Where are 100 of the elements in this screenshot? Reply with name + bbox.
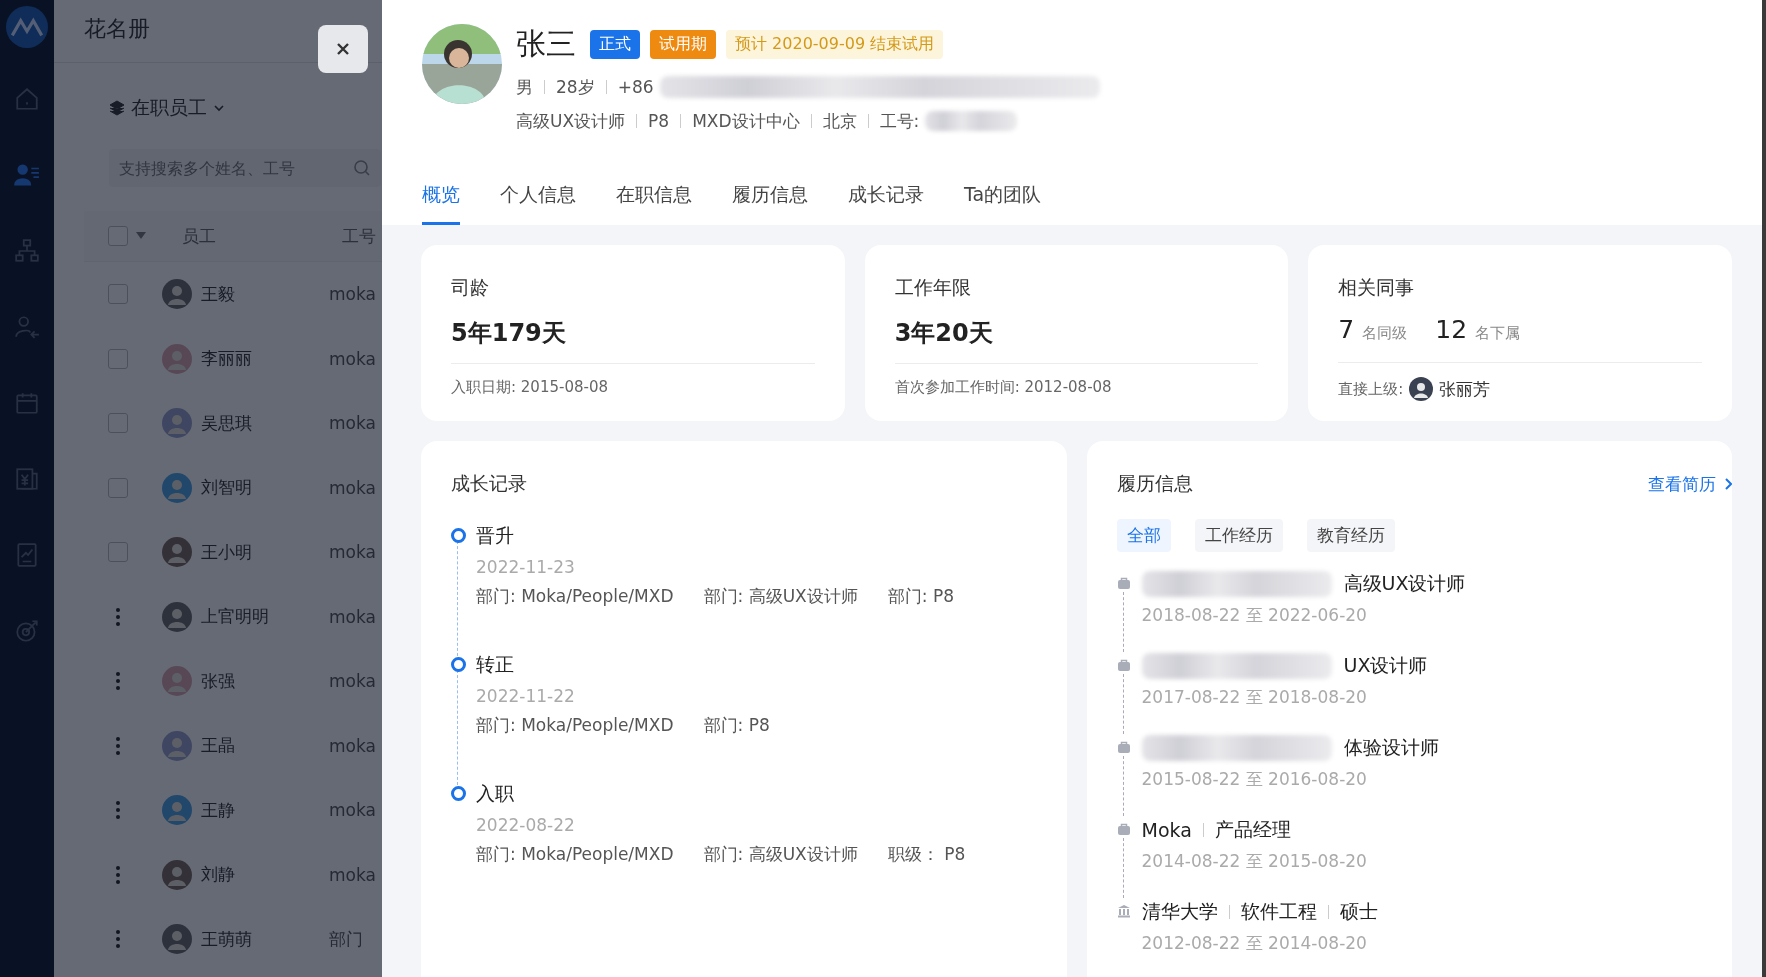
event-detail: 部门: Moka/People/MXD (476, 843, 674, 866)
profile-detail: 男 (516, 75, 533, 99)
card-footer: 首次参加工作时间: 2012-08-08 (894, 378, 1112, 397)
event-detail: 部门: Moka/People/MXD (476, 585, 674, 608)
avatar-icon (162, 408, 192, 439)
card-title: 司龄 (451, 275, 490, 300)
more-icon[interactable] (116, 736, 120, 755)
event-detail: 部门: 高级UX设计师 (703, 843, 858, 866)
count-number: 12 (1435, 315, 1468, 344)
card-title: 工作年限 (894, 275, 972, 300)
table-cell: moka (329, 413, 376, 434)
table-cell: 部门 (329, 927, 363, 951)
employee-name: 王毅 (201, 282, 236, 306)
date-range: 2018-08-22 至 2022-06-20 (1141, 604, 1368, 627)
search-icon (353, 159, 371, 177)
event-title: 入职 (476, 781, 515, 806)
table-cell: moka (329, 477, 376, 498)
filter-chip[interactable]: 工作经历 (1194, 519, 1283, 552)
profile-detail: 28岁 (556, 75, 595, 99)
avatar-icon (162, 343, 192, 374)
avatar-icon (162, 537, 192, 568)
close-button[interactable] (318, 25, 368, 73)
person-arrow-icon[interactable] (14, 314, 40, 340)
profile-detail: +86 (617, 77, 654, 97)
avatar-icon (162, 859, 192, 890)
tab[interactable]: 履历信息 (732, 182, 808, 225)
row-checkbox[interactable] (108, 413, 128, 434)
tab[interactable]: 成长记录 (848, 182, 924, 225)
employee-name: 刘智明 (201, 476, 253, 500)
date-range: 2012-08-22 至 2014-08-20 (1141, 932, 1368, 955)
more-icon[interactable] (116, 672, 120, 691)
school-icon (1116, 904, 1131, 918)
more-icon[interactable] (116, 865, 120, 884)
tab[interactable]: 概览 (422, 182, 460, 225)
target-icon[interactable] (14, 618, 40, 644)
select-all-checkbox[interactable] (108, 226, 128, 246)
experience-detail: 清华大学 (1141, 899, 1218, 924)
manager-name[interactable]: 张丽芳 (1439, 377, 1491, 401)
home-icon[interactable] (14, 86, 40, 112)
table-cell: moka (329, 735, 376, 756)
employee-name: 刘静 (201, 863, 236, 887)
avatar-icon (162, 730, 192, 761)
chevron-right-icon (1724, 478, 1732, 490)
event-date: 2022-08-22 (476, 815, 576, 835)
profile-detail: MXD设计中心 (692, 109, 800, 133)
more-icon[interactable] (116, 607, 120, 626)
employee-name: 王静 (201, 798, 236, 822)
timeline-dot (451, 528, 466, 543)
avatar-icon (162, 795, 192, 826)
timeline-dot (451, 657, 466, 672)
row-checkbox[interactable] (108, 284, 128, 305)
filter-chip[interactable]: 全部 (1116, 519, 1171, 552)
experience-detail: 高级UX设计师 (1343, 571, 1466, 596)
view-resume-link[interactable]: 查看简历 (1648, 472, 1732, 496)
table-cell: moka (329, 284, 376, 305)
row-checkbox[interactable] (108, 542, 128, 563)
employee-name: 张强 (201, 669, 236, 693)
profile-detail: 高级UX设计师 (516, 109, 626, 133)
column-header: 员工 (182, 224, 217, 248)
profile-detail: 北京 (822, 109, 857, 133)
experience-detail: 软件工程 (1240, 899, 1317, 924)
tab[interactable]: 在职信息 (616, 182, 692, 225)
employee-name: 王萌萌 (201, 927, 253, 951)
stat-value: 3年20天 (894, 317, 1259, 364)
event-detail: 部门: P8 (887, 585, 954, 608)
avatar-icon (162, 472, 192, 503)
table-cell: moka (329, 606, 376, 627)
experience-detail: UX设计师 (1343, 653, 1428, 678)
event-date: 2022-11-23 (476, 557, 576, 577)
avatar-icon (162, 924, 192, 955)
date-range: 2015-08-22 至 2016-08-20 (1141, 768, 1368, 791)
event-title: 转正 (476, 652, 515, 677)
caret-icon (136, 232, 146, 240)
chart-document-icon[interactable] (14, 542, 40, 568)
avatar-icon (1409, 377, 1434, 401)
employee-name: 吴思琪 (201, 411, 253, 435)
table-cell: moka (329, 800, 376, 821)
people-icon[interactable] (14, 162, 40, 188)
count-label: 名下属 (1475, 324, 1521, 343)
more-icon[interactable] (116, 801, 120, 820)
row-checkbox[interactable] (108, 477, 128, 498)
tab[interactable]: 个人信息 (500, 182, 576, 225)
employee-name: 李丽丽 (201, 347, 253, 371)
tab[interactable]: Ta的团队 (964, 182, 1042, 225)
timeline-dot (451, 786, 466, 801)
more-icon[interactable] (116, 930, 120, 949)
employee-name: 王晶 (201, 734, 236, 758)
chevron-down-icon (213, 102, 225, 114)
table-cell: moka (329, 348, 376, 369)
yuan-document-icon[interactable] (14, 466, 40, 492)
table-cell: moka (329, 671, 376, 692)
filter-chip[interactable]: 教育经历 (1306, 519, 1395, 552)
avatar-icon (162, 601, 192, 632)
org-chart-icon[interactable] (14, 238, 40, 264)
calendar-icon[interactable] (14, 390, 40, 416)
experience-detail: 产品经理 (1214, 817, 1291, 842)
card-title: 相关同事 (1338, 275, 1416, 300)
row-checkbox[interactable] (108, 348, 128, 369)
close-icon (336, 42, 350, 56)
briefcase-icon (1116, 658, 1131, 672)
